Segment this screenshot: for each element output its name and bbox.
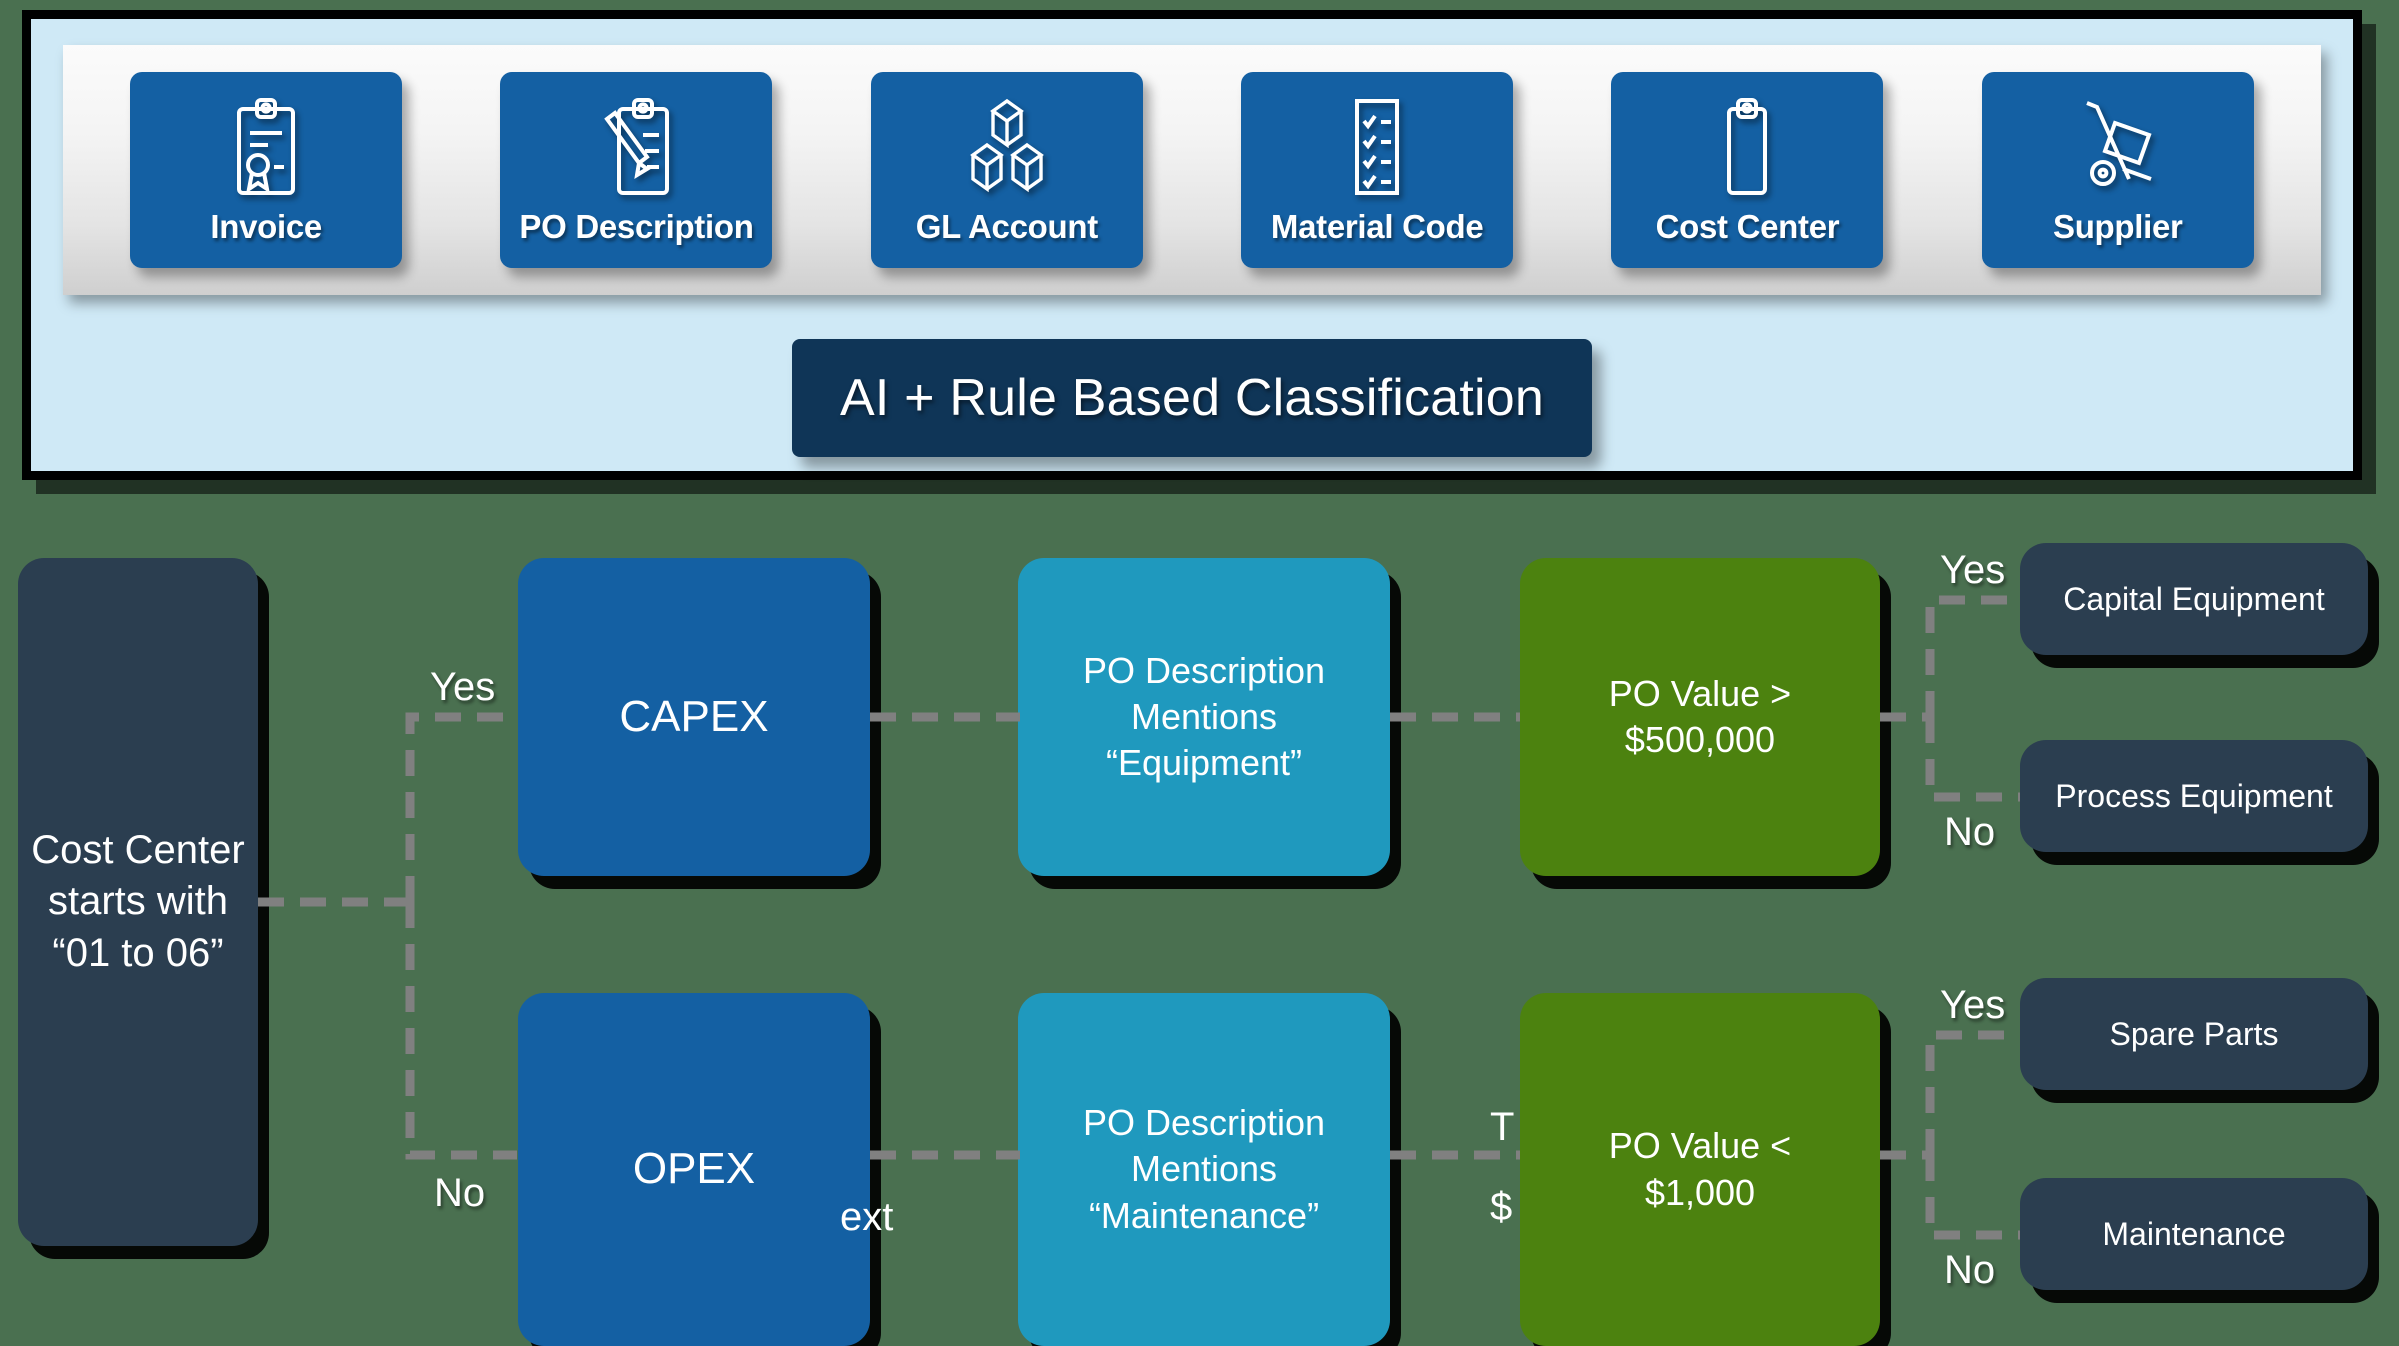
ai-rule-classification-banner: AI + Rule Based Classification bbox=[792, 339, 1592, 457]
source-card-label: Cost Center bbox=[1655, 208, 1840, 245]
source-card-po-description[interactable]: PO Description bbox=[500, 72, 773, 268]
flow-node-root[interactable]: Cost Center starts with “01 to 06” bbox=[18, 558, 258, 1246]
flow-node-opex-description-line3: “Maintenance” bbox=[1088, 1194, 1320, 1236]
flow-node-capex-description-line2: Mentions bbox=[1130, 695, 1278, 737]
edge-label-opex-no: No bbox=[1944, 1248, 1996, 1292]
source-card-gl-account[interactable]: GL Account bbox=[870, 72, 1143, 268]
clipboard-pencil-icon bbox=[597, 92, 675, 202]
flow-node-opex-description-line2: Mentions bbox=[1130, 1148, 1278, 1190]
source-card-label: PO Description bbox=[519, 208, 754, 245]
flow-node-outcome-process-equipment[interactable]: Process Equipment bbox=[2020, 740, 2368, 852]
flow-node-opex-value[interactable]: PO Value < $1,000 bbox=[1520, 993, 1880, 1346]
flow-node-opex-value-line2: $1,000 bbox=[1644, 1171, 1756, 1213]
flow-node-opex-description-line1: PO Description bbox=[1082, 1102, 1326, 1144]
flow-node-capex-description-line3: “Equipment” bbox=[1105, 742, 1303, 784]
flow-node-outcome-maintenance[interactable]: Maintenance bbox=[2020, 1178, 2368, 1290]
flow-node-root-line3: “01 to 06” bbox=[52, 930, 224, 975]
classification-flowchart: Cost Center starts with “01 to 06” CAPEX… bbox=[0, 535, 2399, 1346]
flow-node-root-line2: starts with bbox=[47, 879, 229, 924]
flow-node-capex-value-line2: $500,000 bbox=[1624, 719, 1776, 760]
source-card-label: Invoice bbox=[210, 208, 322, 245]
clipboard-certificate-icon bbox=[229, 92, 303, 202]
flow-node-opex-value-line1: PO Value < bbox=[1608, 1125, 1792, 1167]
stacked-boxes-icon bbox=[959, 92, 1055, 202]
edge-label-root-yes: Yes bbox=[430, 665, 496, 709]
edge-label-capex-no: No bbox=[1944, 810, 1996, 854]
occluded-text-opex-link: ext bbox=[840, 1195, 894, 1239]
source-card-supplier[interactable]: Supplier bbox=[1981, 72, 2254, 268]
edge-label-root-no: No bbox=[434, 1171, 486, 1215]
flow-node-opex-label: OPEX bbox=[632, 1144, 756, 1194]
flow-node-opex-description[interactable]: PO Description Mentions “Maintenance” bbox=[1018, 993, 1390, 1346]
source-card-label: Supplier bbox=[2052, 208, 2183, 245]
flow-node-capex[interactable]: CAPEX bbox=[518, 558, 870, 876]
flow-node-outcome-spare-parts[interactable]: Spare Parts bbox=[2020, 978, 2368, 1090]
flow-node-outcome-label: Maintenance bbox=[2102, 1215, 2286, 1252]
source-card-material-code[interactable]: Material Code bbox=[1241, 72, 1514, 268]
classification-banner-label: AI + Rule Based Classification bbox=[839, 369, 1544, 427]
source-fields-strip: Invoice PO Description GL Account Materi… bbox=[63, 45, 2321, 295]
flow-node-outcome-label: Process Equipment bbox=[2055, 777, 2333, 814]
edge-label-opex-yes: Yes bbox=[1940, 983, 2006, 1027]
flow-node-outcome-label: Spare Parts bbox=[2109, 1015, 2279, 1052]
edge-label-capex-yes: Yes bbox=[1940, 548, 2006, 592]
source-card-cost-center[interactable]: Cost Center bbox=[1611, 72, 1884, 268]
flow-node-capex-value[interactable]: PO Value > $500,000 bbox=[1520, 558, 1880, 876]
flow-node-capex-value-line1: PO Value > bbox=[1608, 672, 1792, 714]
source-card-label: GL Account bbox=[915, 208, 1098, 245]
source-card-invoice[interactable]: Invoice bbox=[130, 72, 403, 268]
occluded-text-opex-value-bottom: $ bbox=[1490, 1185, 1513, 1229]
occluded-text-opex-value-top: T bbox=[1490, 1105, 1515, 1149]
source-fields-panel: Invoice PO Description GL Account Materi… bbox=[22, 10, 2362, 480]
flow-node-capex-description[interactable]: PO Description Mentions “Equipment” bbox=[1018, 558, 1390, 876]
flow-node-outcome-capital-equipment[interactable]: Capital Equipment bbox=[2020, 543, 2368, 655]
source-card-label: Material Code bbox=[1270, 208, 1484, 245]
flow-node-capex-description-line1: PO Description bbox=[1082, 649, 1326, 691]
flow-node-opex[interactable]: OPEX bbox=[518, 993, 870, 1346]
hand-truck-icon bbox=[2071, 92, 2165, 202]
checklist-icon bbox=[1340, 92, 1414, 202]
flow-node-outcome-label: Capital Equipment bbox=[2063, 580, 2325, 617]
clipboard-blank-icon bbox=[1710, 92, 1784, 202]
flow-node-capex-label: CAPEX bbox=[619, 691, 769, 741]
flow-node-root-line1: Cost Center bbox=[31, 828, 245, 873]
